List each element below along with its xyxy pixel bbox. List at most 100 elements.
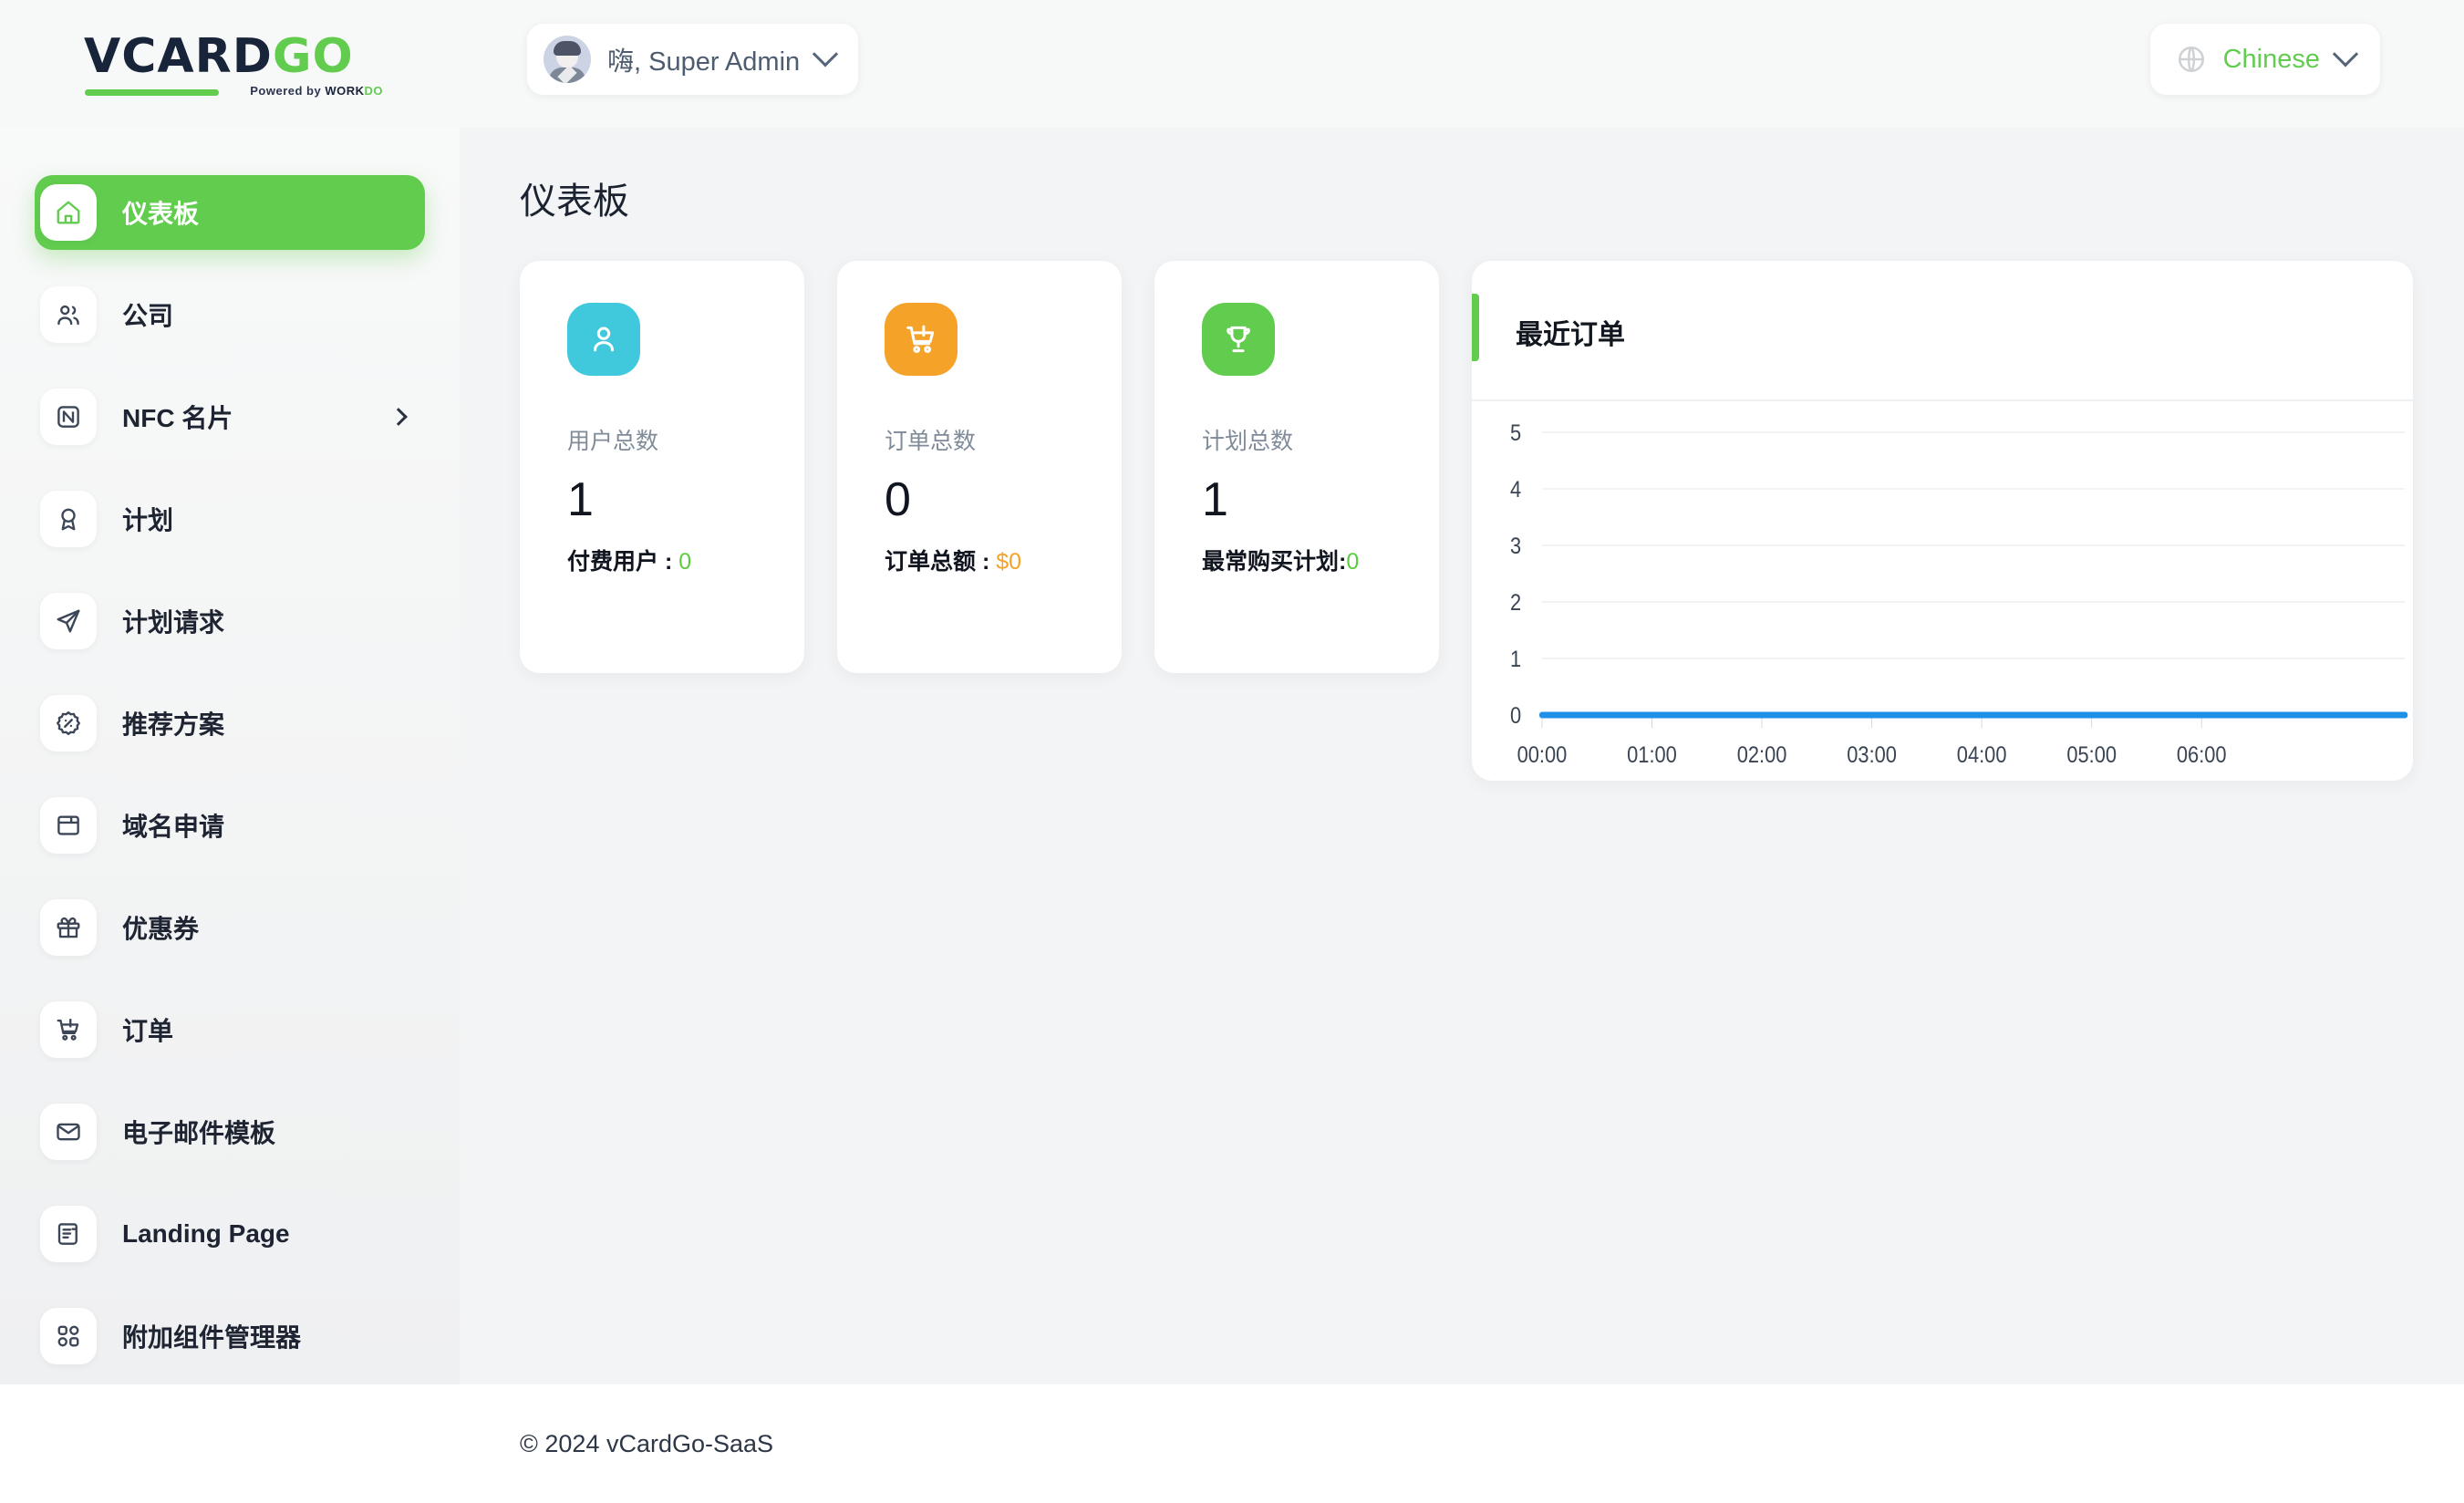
stat-sub-value: 0 <box>678 549 691 575</box>
top-bar: VCARDGO Powered by WORKDO 嗨, Super Admin… <box>0 0 2464 128</box>
svg-text:0: 0 <box>1510 703 1521 729</box>
sidebar-item-referral-plan[interactable]: 推荐方案 <box>35 686 425 761</box>
recent-orders-title: 最近订单 <box>1472 261 2413 352</box>
svg-text:5: 5 <box>1510 420 1521 446</box>
sidebar-item-domain-request[interactable]: 域名申请 <box>35 788 425 863</box>
recent-orders-card: 最近订单 0 1 2 3 4 5 00:00 01:00 02:00 03:00 04:00 05:0… <box>1472 261 2413 781</box>
powered-brand-accent: DO <box>365 84 384 98</box>
language-selector[interactable]: Chinese <box>2150 24 2380 95</box>
app-logo[interactable]: VCARDGO Powered by WORKDO <box>84 33 385 100</box>
mail-icon <box>40 1104 97 1160</box>
powered-brand: WORK <box>325 84 364 98</box>
grid-icon <box>40 1308 97 1364</box>
avatar <box>544 36 591 83</box>
sidebar-item-order[interactable]: 订单 <box>35 992 425 1067</box>
svg-text:05:00: 05:00 <box>2066 742 2117 768</box>
footer-left-pad <box>0 1384 460 1503</box>
stat-value: 1 <box>567 476 804 523</box>
users-icon <box>40 286 97 343</box>
sidebar-item-addon-manager[interactable]: 附加组件管理器 <box>35 1299 425 1373</box>
award-icon <box>40 491 97 547</box>
sidebar-item-label: 推荐方案 <box>122 705 224 741</box>
sidebar-item-landing-page[interactable]: Landing Page <box>35 1197 425 1271</box>
cart-icon <box>40 1001 97 1058</box>
svg-text:02:00: 02:00 <box>1737 742 1787 768</box>
svg-text:00:00: 00:00 <box>1517 742 1568 768</box>
stat-value: 0 <box>885 476 1122 523</box>
logo-underline <box>85 89 219 96</box>
sidebar-item-plan-request[interactable]: 计划请求 <box>35 584 425 658</box>
cart-icon <box>885 303 958 376</box>
sidebar-item-label: 电子邮件模板 <box>122 1114 275 1150</box>
svg-text:4: 4 <box>1510 477 1521 503</box>
stat-value: 1 <box>1202 476 1439 523</box>
logo-text-dark: VCARD <box>84 29 273 84</box>
sidebar-item-email-template[interactable]: 电子邮件模板 <box>35 1094 425 1169</box>
sidebar-item-label: 仪表板 <box>122 194 199 231</box>
stat-sub-value: $0 <box>996 549 1021 575</box>
sidebar-item-label: 优惠券 <box>122 909 199 946</box>
svg-text:04:00: 04:00 <box>1957 742 2007 768</box>
chevron-down-icon <box>2333 41 2358 67</box>
chevron-down-icon <box>813 41 838 67</box>
svg-text:2: 2 <box>1510 590 1521 616</box>
chevron-right-icon[interactable] <box>389 408 408 426</box>
svg-text:3: 3 <box>1510 534 1521 559</box>
language-label: Chinese <box>2223 45 2320 75</box>
footer: © 2024 vCardGo-SaaS <box>460 1384 2464 1503</box>
trophy-icon <box>1202 303 1275 376</box>
page-title: 仪表板 <box>520 171 2413 224</box>
main-content: 仪表板 用户总数 1 付费用户 : 0 订单总数 0 <box>460 128 2464 1384</box>
svg-text:01:00: 01:00 <box>1627 742 1677 768</box>
stat-label: 订单总数 <box>885 423 1122 456</box>
stat-card-total-plans: 计划总数 1 最常购买计划:0 <box>1154 261 1439 673</box>
stat-sub-label: 最常购买计划: <box>1202 549 1346 575</box>
recent-orders-chart[interactable]: 0 1 2 3 4 5 00:00 01:00 02:00 03:00 04:00 05:00 06:0… <box>1472 399 2413 781</box>
card-accent-bar <box>1472 294 1479 361</box>
stat-card-total-users: 用户总数 1 付费用户 : 0 <box>520 261 804 673</box>
scroll-icon <box>40 1206 97 1262</box>
gift-icon <box>40 899 97 956</box>
svg-text:03:00: 03:00 <box>1847 742 1897 768</box>
sidebar-item-label: 计划 <box>122 501 173 537</box>
sidebar-item-label: NFC 名片 <box>122 399 233 435</box>
svg-text:1: 1 <box>1510 647 1521 672</box>
stat-sub-label: 付费用户 : <box>567 549 678 575</box>
stat-sub: 订单总额 : $0 <box>885 544 1122 576</box>
stat-sub: 最常购买计划:0 <box>1202 544 1439 576</box>
footer-copyright: © 2024 vCardGo-SaaS <box>520 1430 773 1458</box>
stat-sub-label: 订单总额 : <box>885 549 996 575</box>
logo-powered-by: Powered by WORKDO <box>250 84 383 98</box>
stat-label: 用户总数 <box>567 423 804 456</box>
stat-sub-value: 0 <box>1346 549 1359 575</box>
sidebar-item-label: 域名申请 <box>122 807 224 844</box>
sidebar-item-plan[interactable]: 计划 <box>35 482 425 556</box>
logo-wordmark: VCARDGO <box>84 33 385 80</box>
sidebar-item-coupon[interactable]: 优惠券 <box>35 890 425 965</box>
sidebar: 仪表板 公司 NFC 名片 计划 计划 <box>0 128 460 1384</box>
user-icon <box>567 303 640 376</box>
stat-label: 计划总数 <box>1202 423 1439 456</box>
browser-icon <box>40 797 97 854</box>
sidebar-item-dashboard[interactable]: 仪表板 <box>35 175 425 250</box>
sidebar-item-label: 附加组件管理器 <box>122 1318 301 1354</box>
sidebar-item-label: Landing Page <box>122 1219 290 1249</box>
sidebar-item-label: 公司 <box>122 296 173 333</box>
powered-prefix: Powered by <box>250 84 325 98</box>
user-menu-button[interactable]: 嗨, Super Admin <box>527 24 858 95</box>
sidebar-item-label: 订单 <box>122 1011 173 1048</box>
nfc-icon <box>40 389 97 445</box>
discount-icon <box>40 695 97 752</box>
logo-text-accent: GO <box>273 29 354 84</box>
sidebar-item-company[interactable]: 公司 <box>35 277 425 352</box>
user-greeting-label: 嗨, Super Admin <box>607 40 800 78</box>
home-icon <box>40 184 97 241</box>
dashboard-row: 用户总数 1 付费用户 : 0 订单总数 0 订单总额 : $0 <box>520 261 2413 781</box>
sidebar-item-label: 计划请求 <box>122 603 224 639</box>
stat-card-total-orders: 订单总数 0 订单总额 : $0 <box>837 261 1122 673</box>
send-icon <box>40 593 97 649</box>
svg-text:06:00: 06:00 <box>2177 742 2227 768</box>
globe-icon <box>2176 44 2207 75</box>
stat-sub: 付费用户 : 0 <box>567 544 804 576</box>
sidebar-item-nfc-card[interactable]: NFC 名片 <box>35 379 425 454</box>
